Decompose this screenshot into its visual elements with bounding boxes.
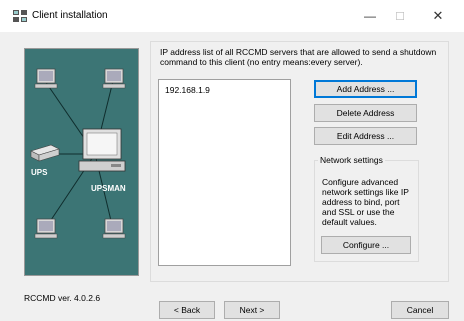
- pc-icon-bottom-right: [102, 218, 126, 239]
- network-settings-legend: Network settings: [318, 155, 385, 165]
- add-address-button[interactable]: Add Address ...: [314, 80, 417, 98]
- version-label: RCCMD ver. 4.0.2.6: [24, 293, 101, 303]
- pc-icon-top-left: [34, 68, 58, 89]
- pc-icon-top-right: [102, 68, 126, 89]
- app-icon: [13, 10, 27, 22]
- edit-address-button[interactable]: Edit Address ...: [314, 127, 417, 145]
- pc-icon-bottom-left: [34, 218, 58, 239]
- cancel-button[interactable]: Cancel: [391, 301, 449, 319]
- close-button[interactable]: ✕: [423, 5, 453, 27]
- window-title: Client installation: [32, 10, 108, 21]
- upsman-label: UPSMAN: [91, 184, 126, 193]
- back-button[interactable]: < Back: [159, 301, 215, 319]
- configure-button[interactable]: Configure ...: [321, 236, 411, 254]
- server-list-description: IP address list of all RCCMD servers tha…: [160, 47, 437, 67]
- delete-address-button[interactable]: Delete Address: [314, 104, 417, 122]
- ups-device-icon: [30, 144, 60, 162]
- minimize-button[interactable]: —: [355, 5, 385, 27]
- network-diagram-image: UPS UPSMAN: [24, 48, 139, 276]
- server-address-list[interactable]: 192.168.1.9: [158, 79, 291, 266]
- upsman-server-icon: [78, 128, 126, 172]
- maximize-button[interactable]: ☐: [385, 5, 415, 27]
- ups-label: UPS: [31, 168, 48, 177]
- title-bar: Client installation — ☐ ✕: [0, 0, 464, 32]
- list-item[interactable]: 192.168.1.9: [165, 85, 210, 95]
- network-settings-description: Configure advanced network settings like…: [322, 177, 409, 227]
- next-button[interactable]: Next >: [224, 301, 280, 319]
